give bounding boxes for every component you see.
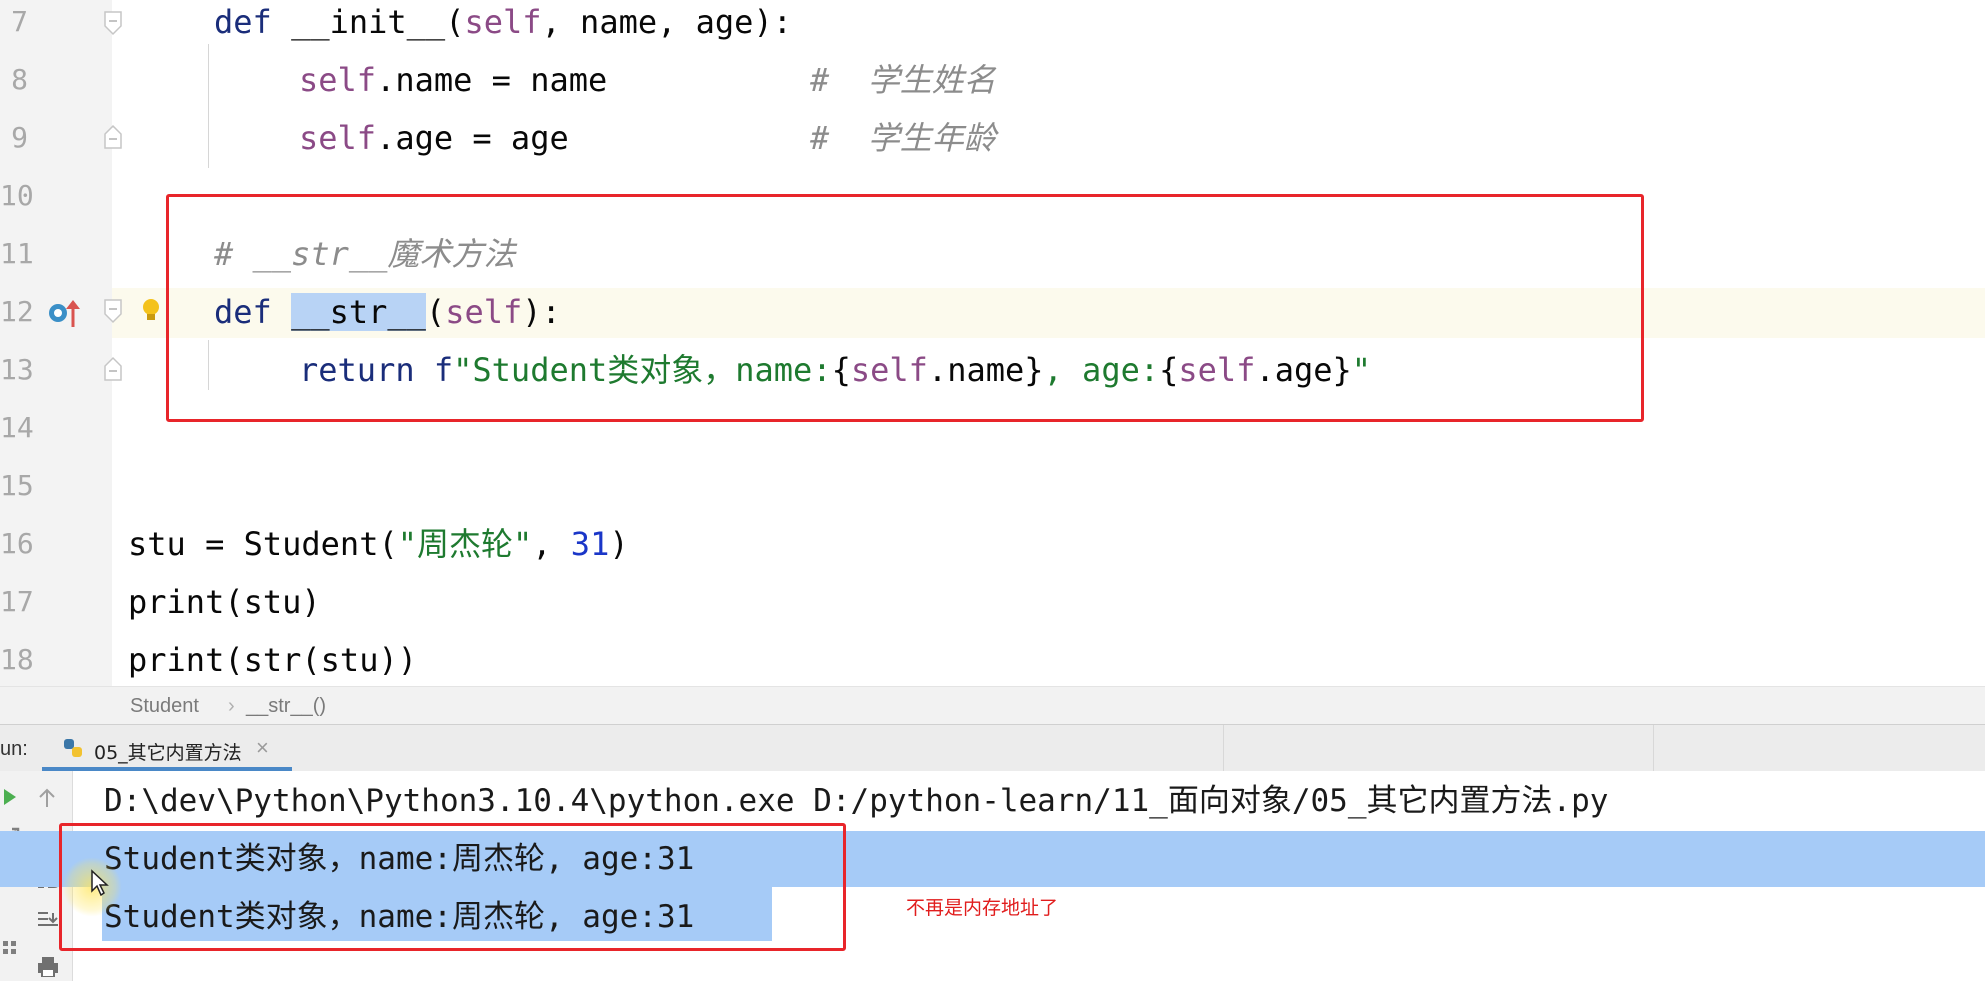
code-token: .age = age (376, 119, 569, 157)
code-token: "周杰轮" (397, 525, 533, 563)
console-command-line: D:\dev\Python\Python3.10.4\python.exe D:… (104, 783, 1609, 819)
line-number: 8 (11, 63, 28, 96)
code-editor[interactable]: 7 8 9 10 11 12 13 14 15 16 17 18 def __i… (0, 0, 1985, 686)
python-file-icon (64, 739, 82, 757)
tab-run-configuration[interactable]: 05_其它内置方法 × (42, 725, 292, 771)
code-token: self (299, 119, 377, 157)
annotation-box (166, 194, 1644, 422)
annotation-box (59, 823, 846, 951)
line-number: 18 (0, 643, 34, 676)
breadcrumb: Student › __str__() (0, 686, 1985, 725)
fold-end-icon[interactable] (103, 124, 123, 150)
code-line-7[interactable]: def __init__(self, name, age): (214, 2, 792, 42)
line-number: 9 (11, 121, 28, 154)
breadcrumb-item[interactable]: Student (130, 695, 199, 718)
code-line-16[interactable]: stu = Student("周杰轮", 31) (128, 524, 629, 564)
line-number: 13 (0, 353, 34, 386)
line-number: 16 (0, 527, 34, 560)
code-token: 31 (570, 525, 610, 563)
line-number: 17 (0, 585, 34, 618)
divider (1653, 725, 1654, 771)
run-tool-window-header: un: 05_其它内置方法 × (0, 724, 1985, 772)
code-line-8[interactable]: self.name = name (299, 60, 607, 100)
layout-icon[interactable] (2, 939, 18, 957)
fold-marker-icon[interactable] (103, 10, 123, 36)
code-token: stu = Student( (128, 525, 398, 563)
line-number: 12 (0, 295, 34, 328)
fold-end-icon[interactable] (103, 356, 123, 382)
code-token: self (299, 61, 377, 99)
tab-label: 05_其它内置方法 (94, 742, 242, 764)
annotation-note: 不再是内存地址了 (906, 897, 1059, 919)
breadcrumb-separator-icon: › (228, 695, 235, 717)
close-icon[interactable]: × (256, 735, 269, 761)
print-icon[interactable] (36, 955, 60, 977)
indent-guide (208, 44, 209, 168)
run-console[interactable]: D:\dev\Python\Python3.10.4\python.exe D:… (0, 771, 1985, 981)
scroll-to-end-icon[interactable] (36, 909, 60, 931)
lightbulb-icon[interactable] (140, 296, 162, 326)
line-number: 11 (0, 237, 34, 270)
code-token: __init__ (291, 3, 446, 41)
code-line-9[interactable]: self.age = age (299, 118, 569, 158)
code-line-17[interactable]: print(stu) (128, 582, 321, 622)
code-token: ) (609, 525, 629, 563)
code-line-18[interactable]: print(str(stu)) (128, 640, 417, 680)
code-token: , (532, 525, 571, 563)
code-token: , name, age): (541, 3, 792, 41)
breadcrumb-item[interactable]: __str__() (246, 695, 326, 718)
line-number: 10 (0, 179, 34, 212)
code-token: self (464, 3, 542, 41)
line-number: 14 (0, 411, 34, 444)
fold-marker-icon[interactable] (103, 298, 123, 324)
arrow-up-icon[interactable] (36, 787, 58, 809)
override-method-icon[interactable] (46, 298, 80, 328)
line-number: 15 (0, 469, 34, 502)
code-token: .name = name (376, 61, 608, 99)
code-token: def (214, 3, 292, 41)
code-comment: # 学生年龄 (810, 119, 996, 157)
code-token: ( (445, 3, 465, 41)
run-label: un: (0, 738, 28, 760)
rerun-icon[interactable] (2, 787, 18, 807)
code-comment: # 学生姓名 (810, 61, 996, 99)
divider (1223, 725, 1224, 771)
line-number: 7 (11, 5, 28, 38)
